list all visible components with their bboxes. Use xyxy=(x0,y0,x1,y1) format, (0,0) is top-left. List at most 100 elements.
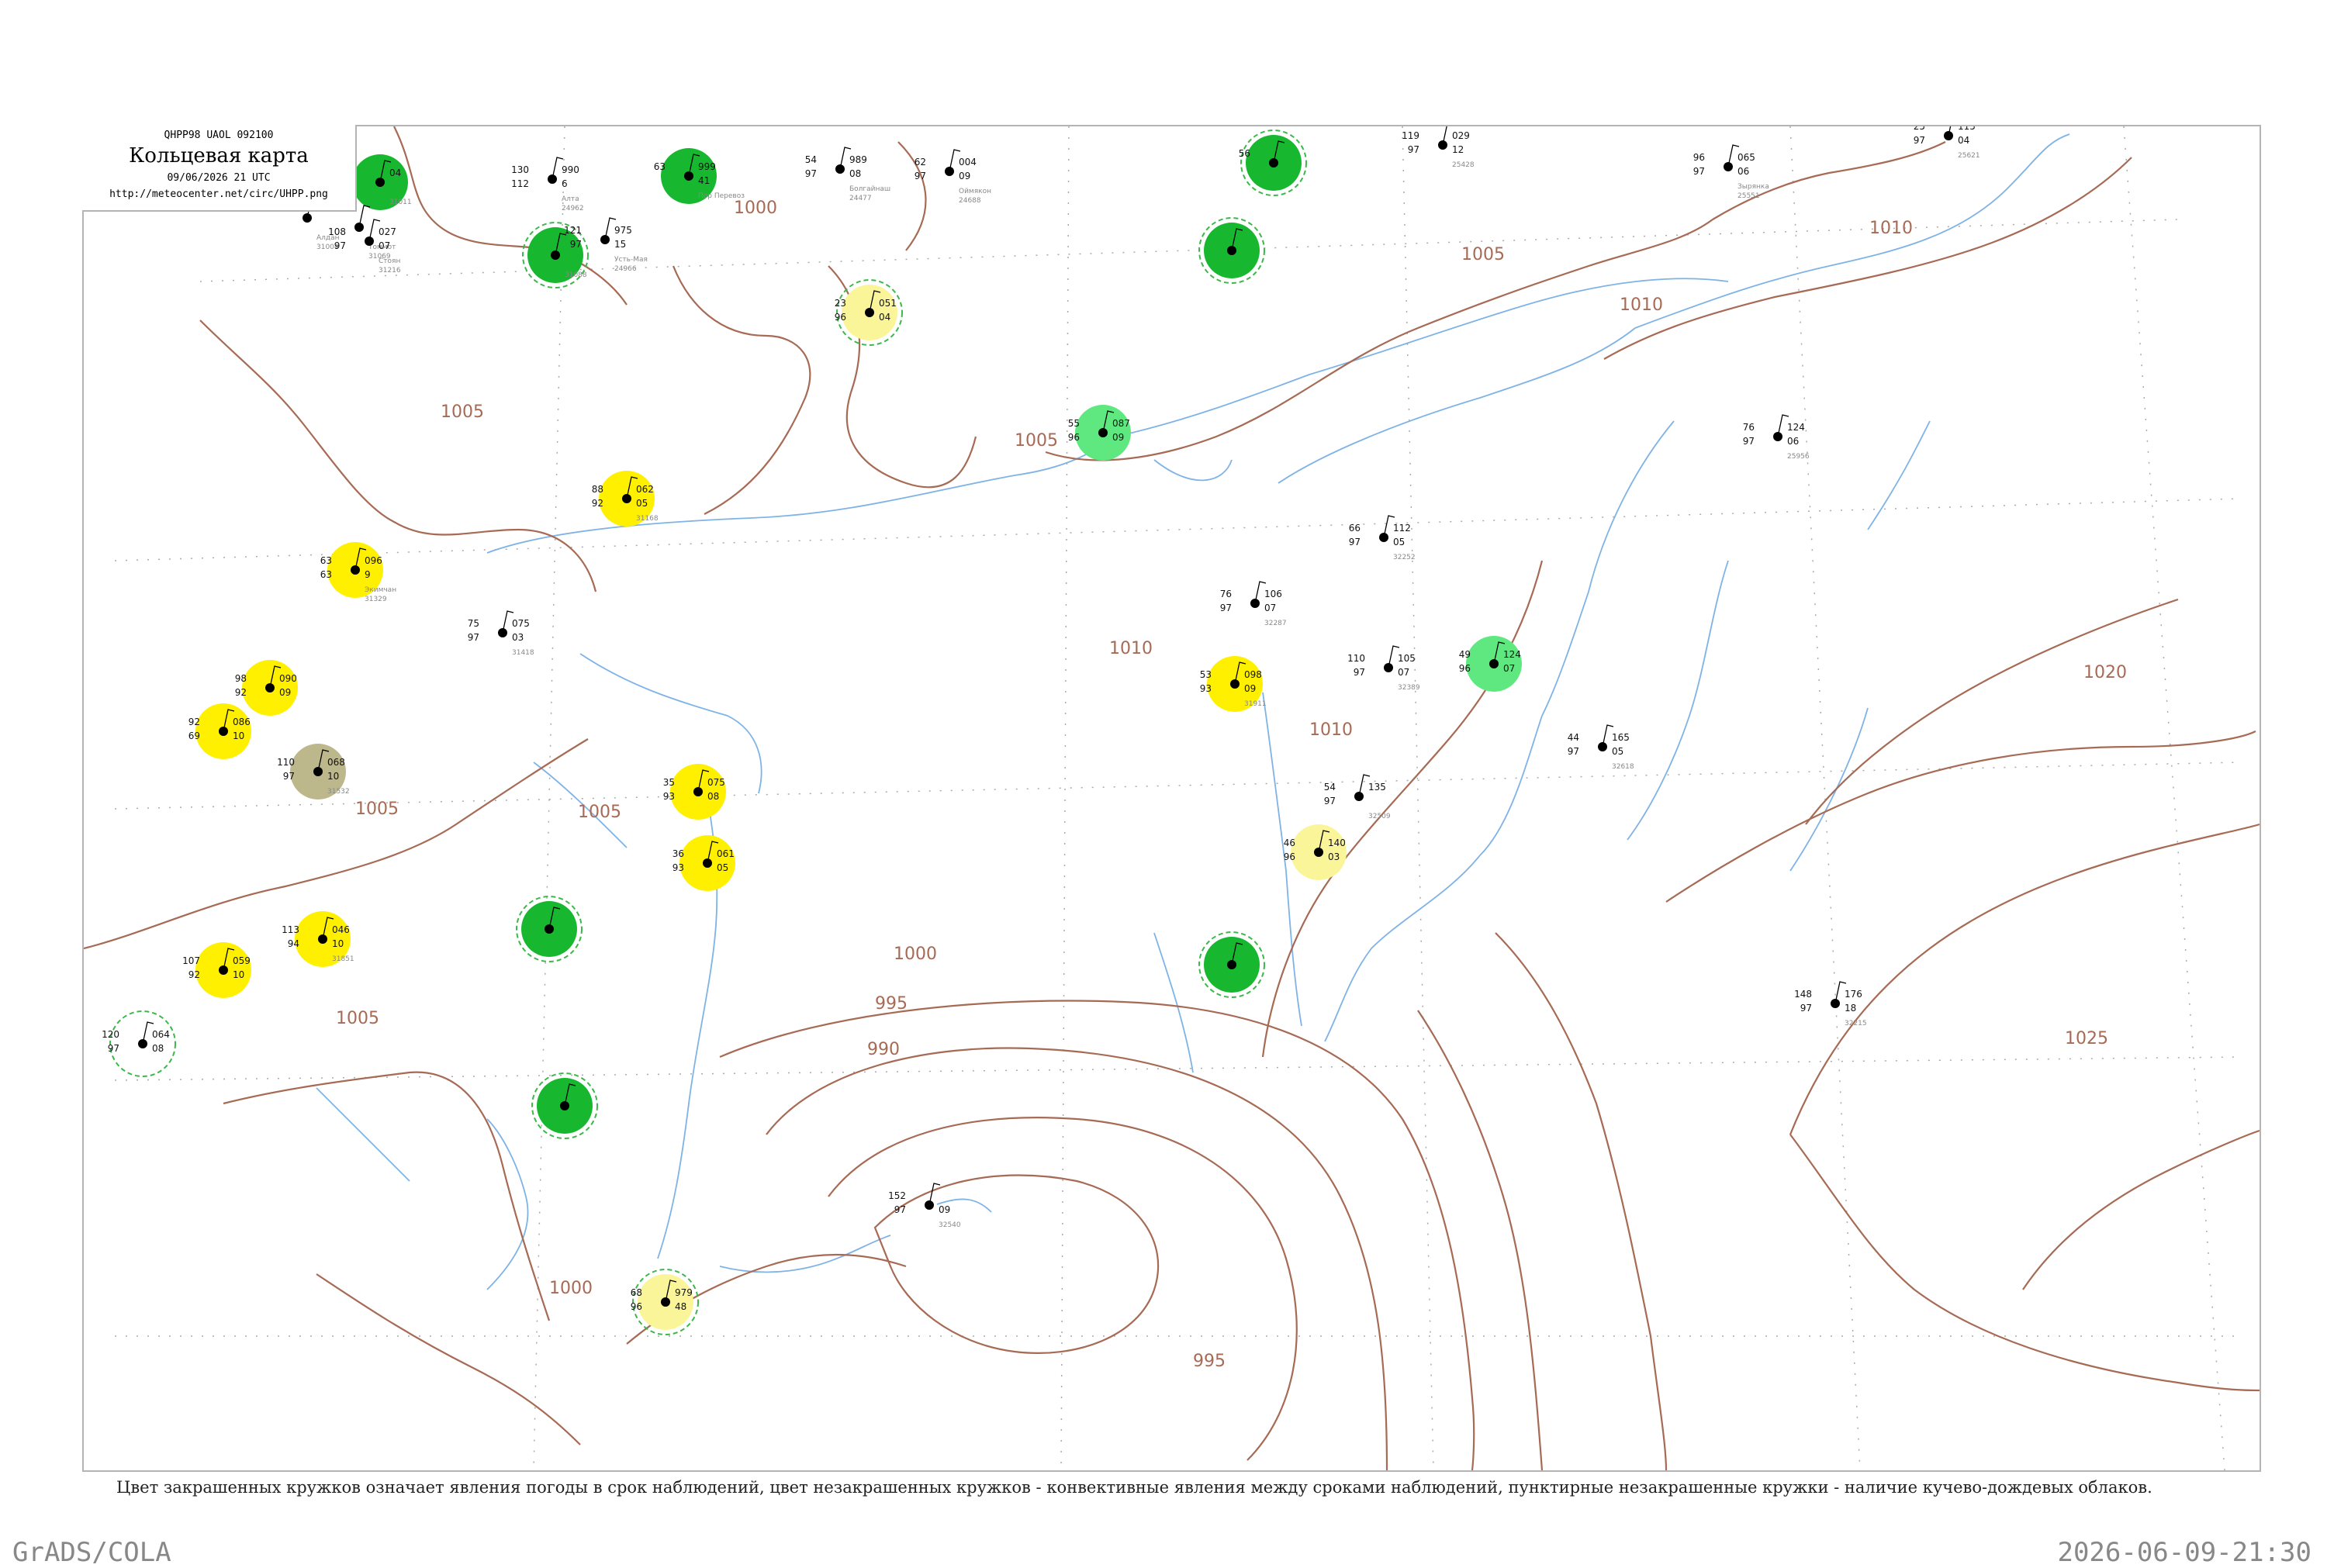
station-plot[interactable]: 148 176 97 18 32215 xyxy=(1794,981,1867,1027)
station-plot[interactable]: 44 165 97 05 32618 xyxy=(1568,724,1634,771)
station-value: 130 xyxy=(511,164,529,175)
station-value: 66 xyxy=(1349,523,1361,534)
station-value: 97 xyxy=(1568,746,1579,757)
station-value: 36 xyxy=(673,848,684,859)
station-id: 24962 xyxy=(562,205,584,212)
station-value: 059 xyxy=(233,955,251,966)
station-plot[interactable]: 110 068 97 10 31532 xyxy=(277,744,350,800)
station-plot[interactable]: 107 059 92 10 xyxy=(182,942,251,998)
footer-software: GrADS/COLA xyxy=(12,1537,171,1568)
station-value: 999 xyxy=(698,161,716,172)
isobar-label: 1005 xyxy=(355,800,399,819)
station-plot[interactable]: 68 979 96 48 xyxy=(631,1269,699,1335)
bulletin-code: QHPP98 UAOL 092100 xyxy=(164,130,274,141)
station-value: 08 xyxy=(152,1043,164,1054)
station-plot[interactable]: 35 075 93 08 xyxy=(663,764,726,820)
station-value: 96 xyxy=(1693,152,1705,163)
station-plot[interactable]: 36 061 93 05 xyxy=(673,835,735,891)
station-plot[interactable] xyxy=(531,1072,598,1139)
station-value: 087 xyxy=(1112,418,1130,429)
station-value: 97 xyxy=(915,171,926,181)
station-value: 97 xyxy=(1408,144,1419,155)
station-plot[interactable]: 49 124 96 07 xyxy=(1459,636,1522,692)
station-plot[interactable]: 75 075 97 03 31418 xyxy=(468,610,534,657)
station-value: 165 xyxy=(1612,732,1630,743)
station-value: 068 xyxy=(327,757,345,768)
isobar-label: 995 xyxy=(875,994,908,1014)
station-value: 09 xyxy=(1112,432,1124,443)
station-plot[interactable]: 110 105 97 07 32389 xyxy=(1347,645,1420,692)
station-value: 09 xyxy=(939,1204,950,1215)
station-plot[interactable]: 54 989 97 08 Болгайнаш 24477 xyxy=(805,147,890,202)
station-plot[interactable]: 108 027 97 07 Стоян 31216 xyxy=(328,219,401,275)
station-id: 24688 xyxy=(959,197,981,205)
station-plot[interactable] xyxy=(516,896,583,962)
station-plot[interactable]: 96 065 97 06 Зырянка25551 xyxy=(1693,144,1769,200)
station-plot[interactable]: 63 999 41 Пор Перевоз xyxy=(654,148,745,204)
coordinate-grid xyxy=(114,126,2241,1470)
station-value: 140 xyxy=(1328,838,1346,848)
isobar-label: 1010 xyxy=(1309,720,1353,740)
isobar-labels: 1000 1005 1005 1005 1005 1005 1005 1010 … xyxy=(336,199,2127,1371)
station-value: 48 xyxy=(675,1301,686,1312)
isobar-label: 1010 xyxy=(1869,219,1913,238)
station-id: 25551 xyxy=(1737,192,1760,200)
station-plot[interactable]: 76 106 97 07 32287 xyxy=(1220,581,1287,627)
station-plot[interactable]: 53 098 93 09 31911 xyxy=(1200,656,1267,712)
station-value: 92 xyxy=(592,498,603,509)
station-plot[interactable]: 76 124 97 06 25956 xyxy=(1743,414,1810,461)
station-plot[interactable]: 56 xyxy=(1239,130,1307,196)
station-value: 096 xyxy=(365,555,382,566)
station-plot[interactable] xyxy=(1198,931,1265,998)
isobar-label: 1020 xyxy=(2083,663,2127,682)
station-plot[interactable]: 92 086 69 10 xyxy=(188,703,251,759)
station-value: 03 xyxy=(512,632,524,643)
station-plot[interactable]: 130 990 112 6 Алта 24962 xyxy=(511,157,584,212)
station-value: 051 xyxy=(879,298,897,309)
station-plot[interactable]: 55 087 96 09 xyxy=(1068,405,1131,461)
station-value: 004 xyxy=(959,157,977,168)
source-link[interactable]: http://meteocenter.net/circ/UHPP.png xyxy=(82,188,355,200)
station-name: Экимчан xyxy=(365,586,396,594)
station-value: 061 xyxy=(717,848,735,859)
map-header: QHPP98 UAOL 092100 Кольцевая карта 09/06… xyxy=(82,125,357,212)
station-plot[interactable]: 25 115 97 04 25621 xyxy=(1914,126,1980,160)
station-value: 88 xyxy=(592,484,603,495)
station-plot[interactable]: 63 096 63 9 Экимчан 31329 xyxy=(320,542,396,603)
station-plot[interactable]: 113 046 94 10 31851 xyxy=(282,911,354,967)
isobar-label: 1010 xyxy=(1620,295,1663,315)
station-value: 110 xyxy=(277,757,295,768)
station-value: 07 xyxy=(379,240,390,251)
station-id: 32215 xyxy=(1845,1020,1867,1027)
isobar-label: 1005 xyxy=(1461,245,1505,264)
station-value: 76 xyxy=(1220,589,1232,599)
station-value: 97 xyxy=(805,168,817,179)
station-value: 098 xyxy=(1244,669,1262,680)
station-plot[interactable] xyxy=(1198,217,1265,284)
station-value: 25 xyxy=(1914,126,1925,132)
station-id: 32389 xyxy=(1398,684,1420,692)
station-id: 31851 xyxy=(332,955,354,963)
station-value: 06 xyxy=(1787,436,1799,447)
station-value: 97 xyxy=(1914,135,1925,146)
station-value: 08 xyxy=(707,791,719,802)
station-plot[interactable]: 98 090 92 09 xyxy=(235,660,298,716)
station-plot[interactable]: 23 051 96 04 xyxy=(835,279,903,346)
station-value: 090 xyxy=(279,673,297,684)
station-plot[interactable]: 88 062 92 05 31168 xyxy=(592,471,659,527)
station-plot[interactable]: 54 135 97 32509 xyxy=(1324,774,1391,820)
station-value: 07 xyxy=(1503,663,1515,674)
station-plot[interactable]: 120 064 97 08 xyxy=(102,1010,176,1077)
station-value: 176 xyxy=(1845,989,1862,1000)
station-value: 120 xyxy=(102,1029,119,1040)
station-plot[interactable]: 66 112 97 05 32252 xyxy=(1349,515,1416,561)
station-name: Алта xyxy=(562,195,579,203)
station-value: 107 xyxy=(182,955,200,966)
station-id: 24477 xyxy=(849,195,872,202)
station-plot[interactable]: 119 029 97 12 25428 xyxy=(1402,126,1475,169)
station-value: 115 xyxy=(1958,126,1976,132)
station-plot[interactable]: 152 97 09 32540 xyxy=(888,1183,961,1229)
station-plot[interactable]: 46 140 96 03 xyxy=(1284,824,1347,880)
station-value: 23 xyxy=(835,298,846,309)
station-value: 07 xyxy=(1264,603,1276,613)
